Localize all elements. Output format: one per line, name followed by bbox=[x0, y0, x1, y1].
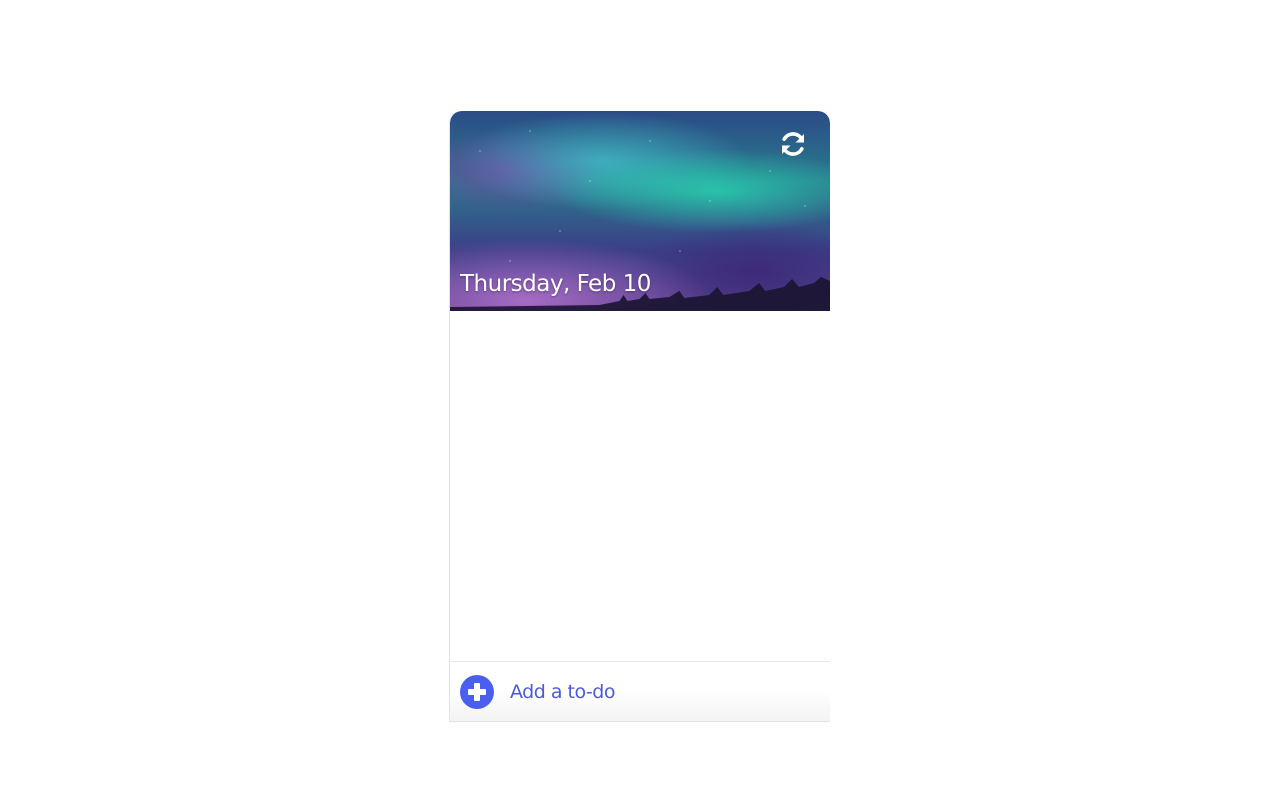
todo-list bbox=[450, 311, 830, 661]
date-heading: Thursday, Feb 10 bbox=[460, 271, 651, 297]
add-todo-label: Add a to-do bbox=[510, 680, 615, 703]
header-background-image: Thursday, Feb 10 bbox=[450, 111, 830, 311]
add-todo-button[interactable]: Add a to-do bbox=[450, 661, 830, 721]
refresh-button[interactable] bbox=[778, 129, 808, 159]
todo-widget: Thursday, Feb 10 Add a to-do bbox=[449, 111, 830, 722]
plus-circle-icon bbox=[460, 674, 494, 709]
refresh-icon bbox=[782, 132, 804, 156]
